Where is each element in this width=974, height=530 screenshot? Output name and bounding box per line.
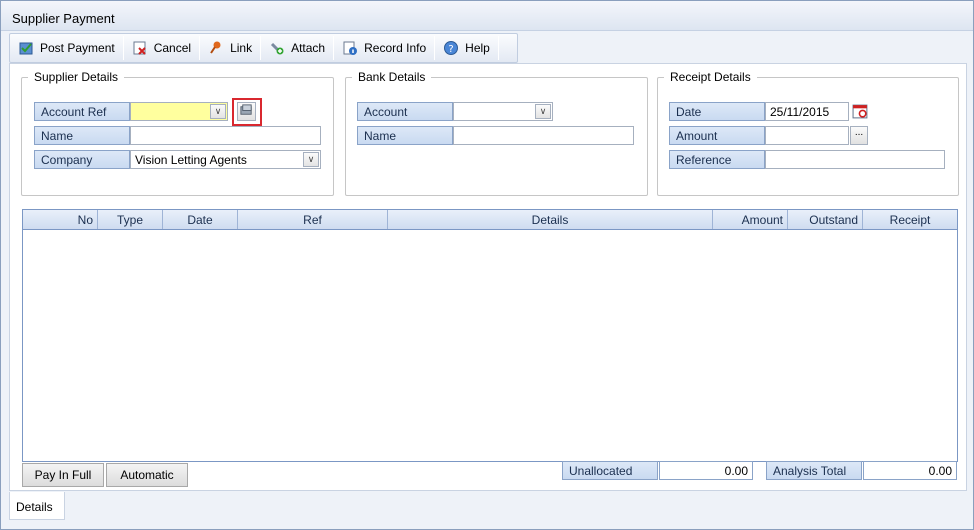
record-info-icon <box>342 40 358 56</box>
reference-label: Reference <box>669 150 765 169</box>
automatic-button[interactable]: Automatic <box>106 463 188 487</box>
company-value: Vision Letting Agents <box>135 153 247 167</box>
toolbar-separator <box>497 36 499 60</box>
company-label: Company <box>34 150 130 169</box>
post-payment-icon <box>18 40 34 56</box>
tab-details[interactable]: Details <box>9 492 65 520</box>
bank-details-legend: Bank Details <box>358 70 426 84</box>
supplier-payment-window: Supplier Payment Post Payment Cancel Lin… <box>0 0 974 530</box>
pay-in-full-button[interactable]: Pay In Full <box>22 463 104 487</box>
allocation-grid[interactable]: No Type Date Ref Details Amount Outstand… <box>22 209 958 462</box>
column-header-date[interactable]: Date <box>163 210 238 229</box>
window-title: Supplier Payment <box>12 11 115 26</box>
unallocated-label: Unallocated <box>562 461 658 480</box>
calendar-button[interactable] <box>852 103 869 120</box>
column-header-outstand[interactable]: Outstand <box>788 210 863 229</box>
chevron-down-icon[interactable]: ∨ <box>535 104 551 119</box>
link-icon <box>208 40 224 56</box>
column-header-type[interactable]: Type <box>98 210 163 229</box>
account-ref-dropdown[interactable]: ∨ <box>130 102 228 121</box>
help-button[interactable]: ? Help <box>435 34 498 62</box>
bank-name-label: Name <box>357 126 453 145</box>
record-info-label: Record Info <box>364 41 427 55</box>
attach-label: Attach <box>291 41 326 55</box>
unallocated-value: 0.00 <box>659 461 753 480</box>
reference-field[interactable] <box>765 150 945 169</box>
attach-button[interactable]: Attach <box>261 34 333 62</box>
help-label: Help <box>465 41 490 55</box>
bank-name-field[interactable] <box>453 126 634 145</box>
column-header-no[interactable]: No <box>23 210 98 229</box>
cancel-button[interactable]: Cancel <box>124 34 199 62</box>
record-info-button[interactable]: Record Info <box>334 34 434 62</box>
date-field[interactable]: 25/11/2015 <box>765 102 849 121</box>
post-payment-button[interactable]: Post Payment <box>10 34 123 62</box>
main-content: Supplier Details Account Ref ∨ Name Comp… <box>9 63 967 491</box>
title-bar: Supplier Payment <box>1 1 973 31</box>
cancel-label: Cancel <box>153 41 192 55</box>
amount-field[interactable] <box>765 126 849 145</box>
company-dropdown[interactable]: Vision Letting Agents ∨ <box>130 150 321 169</box>
calendar-icon <box>852 104 868 119</box>
lookup-button[interactable] <box>237 102 256 121</box>
post-payment-label: Post Payment <box>40 41 115 55</box>
analysis-total-value: 0.00 <box>863 461 957 480</box>
chevron-down-icon[interactable]: ∨ <box>303 152 319 167</box>
cancel-icon <box>132 40 148 56</box>
analysis-total-label: Analysis Total <box>766 461 862 480</box>
amount-ellipsis-button[interactable]: ... <box>850 126 868 145</box>
link-button[interactable]: Link <box>200 34 260 62</box>
supplier-details-legend: Supplier Details <box>34 70 119 84</box>
receipt-details-legend: Receipt Details <box>670 70 751 84</box>
date-label: Date <box>669 102 765 121</box>
supplier-name-label: Name <box>34 126 130 145</box>
amount-label: Amount <box>669 126 765 145</box>
grid-header: No Type Date Ref Details Amount Outstand… <box>23 210 957 230</box>
toolbar: Post Payment Cancel Link Attach Record I… <box>9 33 518 63</box>
column-header-details[interactable]: Details <box>388 210 713 229</box>
lookup-icon <box>240 104 252 115</box>
svg-text:?: ? <box>449 44 454 55</box>
bank-account-dropdown[interactable]: ∨ <box>453 102 553 121</box>
supplier-name-field[interactable] <box>130 126 321 145</box>
column-header-ref[interactable]: Ref <box>238 210 388 229</box>
attach-icon <box>269 40 285 56</box>
chevron-down-icon[interactable]: ∨ <box>210 104 226 119</box>
account-ref-label: Account Ref <box>34 102 130 121</box>
link-label: Link <box>230 41 253 55</box>
bank-account-label: Account <box>357 102 453 121</box>
column-header-receipt[interactable]: Receipt <box>863 210 957 229</box>
column-header-amount[interactable]: Amount <box>713 210 788 229</box>
help-icon: ? <box>443 40 459 56</box>
